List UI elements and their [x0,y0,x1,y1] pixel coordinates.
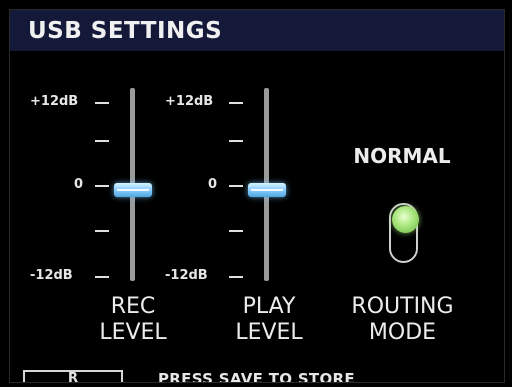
routing-caption-line1: ROUTING [351,294,454,319]
rec-caption-line1: REC [110,294,156,319]
page-title: USB SETTINGS [28,18,223,44]
play-tick-upper [229,140,243,142]
play-scale-zero-label: 0 [208,177,218,192]
r-badge: R [23,370,123,382]
play-level-caption: PLAY LEVEL [224,294,314,346]
rec-scale-bottom-label: -12dB [30,268,73,283]
play-caption-line2: LEVEL [235,320,303,345]
play-tick-bottom [229,276,243,278]
play-scale-top-label: +12dB [165,94,214,109]
rec-tick-bottom [95,276,109,278]
rec-caption-line2: LEVEL [99,320,167,345]
rec-level-caption: REC LEVEL [90,294,176,346]
routing-caption-line2: MODE [368,320,437,345]
rec-tick-lower [95,230,109,232]
rec-tick-upper [95,140,109,142]
play-scale-bottom-label: -12dB [165,268,208,283]
rec-fader-handle[interactable] [114,183,152,197]
routing-mode-caption: ROUTING MODE [340,294,465,346]
play-tick-top [229,102,243,104]
routing-mode-toggle-knob[interactable] [392,206,419,233]
rec-tick-top [95,102,109,104]
usb-settings-screen: USB SETTINGS +12dB 0 -12dB REC LEVEL +12… [9,9,505,383]
play-fader-handle[interactable] [248,183,286,197]
rec-tick-zero [95,185,109,187]
play-tick-lower [229,230,243,232]
play-caption-line1: PLAY [242,294,296,319]
rec-scale-zero-label: 0 [74,177,84,192]
rec-scale-top-label: +12dB [30,94,79,109]
routing-mode-value: NORMAL [353,144,451,168]
play-tick-zero [229,185,243,187]
header-bar: USB SETTINGS [10,10,504,51]
status-message: PRESS SAVE TO STORE [158,370,355,383]
